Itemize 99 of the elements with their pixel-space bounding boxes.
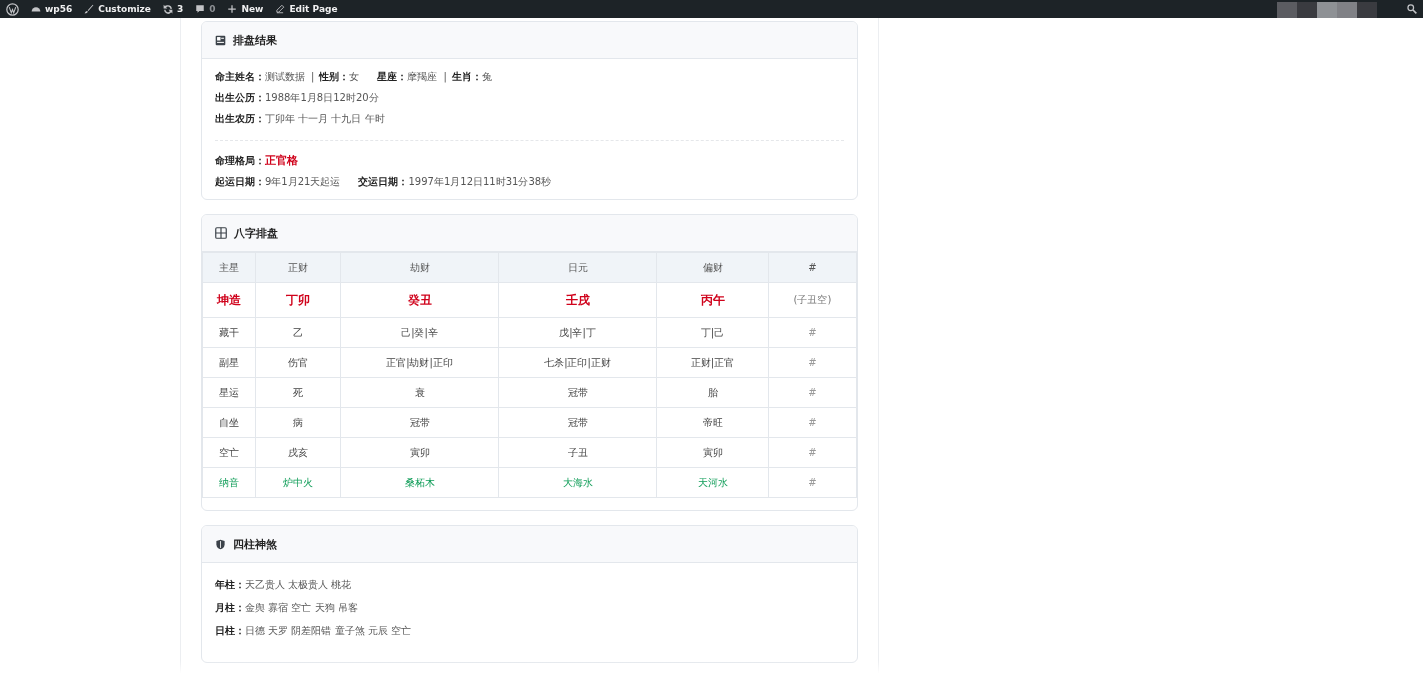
refresh-icon <box>162 4 173 14</box>
plus-icon <box>227 4 238 14</box>
redacted-block <box>1337 2 1357 18</box>
table-cell: 胎 <box>656 377 769 408</box>
column-header: 偏财 <box>656 252 769 283</box>
table-cell: 帝旺 <box>656 407 769 438</box>
table-cell: 炉中火 <box>255 467 341 498</box>
table-cell: 大海水 <box>498 467 657 498</box>
table-cell: 正官|劫财|正印 <box>340 347 499 378</box>
field-label: 命主姓名： <box>215 69 265 84</box>
table-cell: 衰 <box>340 377 499 408</box>
table-cell: # <box>768 407 857 438</box>
search-icon[interactable] <box>1407 4 1417 14</box>
separator: | <box>443 71 447 82</box>
field-label: 性别： <box>319 69 350 84</box>
field-label: 出生农历： <box>215 111 265 126</box>
table-cell: 寅卯 <box>656 437 769 468</box>
field-value: 1988年1月8日12时20分 <box>265 90 379 105</box>
column-header: 日元 <box>498 252 657 283</box>
table-cell: # <box>768 377 857 408</box>
table-cell: 癸丑 <box>340 282 499 318</box>
admin-bar-link[interactable]: 3 <box>156 0 190 18</box>
table-cell: 丁卯 <box>255 282 341 318</box>
admin-bar-link[interactable]: 0 <box>189 0 222 18</box>
table-cell: 子丑 <box>498 437 657 468</box>
table-cell: 死 <box>255 377 341 408</box>
table-cell: 自坐 <box>202 407 256 438</box>
column-header: 劫财 <box>340 252 499 283</box>
table-cell: 壬戌 <box>498 282 657 318</box>
card-title: 八字排盘 <box>234 225 278 241</box>
table-cell: # <box>768 317 857 348</box>
gauge-icon <box>31 4 41 14</box>
field-label: 交运日期： <box>358 174 409 189</box>
card-title: 四柱神煞 <box>233 536 277 552</box>
card-title: 排盘结果 <box>233 32 277 48</box>
table-cell: # <box>768 467 857 498</box>
brush-icon <box>84 4 95 14</box>
table-cell: 丙午 <box>656 282 769 318</box>
table-cell: 坤造 <box>202 282 256 318</box>
pillar-label: 月柱： <box>215 600 245 615</box>
pillar-value: 日德 天罗 阴差阳错 童子煞 元辰 空亡 <box>245 623 411 638</box>
field-value: 女 <box>349 69 360 84</box>
comment-icon <box>195 4 206 14</box>
table-cell: 桑柘木 <box>340 467 499 498</box>
column-header: 正财 <box>255 252 341 283</box>
table-cell: 病 <box>255 407 341 438</box>
field-label: 星座： <box>377 69 408 84</box>
table-cell: 冠带 <box>498 377 657 408</box>
table-cell: 冠带 <box>340 407 499 438</box>
field-value: 1997年1月12日11时31分38秒 <box>408 174 552 189</box>
table-cell: (子丑空) <box>768 282 857 318</box>
table-cell: 纳音 <box>202 467 256 498</box>
table-cell: 己|癸|辛 <box>340 317 499 348</box>
table-cell: 戌亥 <box>255 437 341 468</box>
field-label: 出生公历： <box>215 90 265 105</box>
pillar-label: 年柱： <box>215 577 245 592</box>
id-card-icon <box>215 34 226 46</box>
table-cell: 天河水 <box>656 467 769 498</box>
grid-icon <box>215 227 227 239</box>
table-cell: 星运 <box>202 377 256 408</box>
table-cell: 藏干 <box>202 317 256 348</box>
redacted-block <box>1317 2 1337 18</box>
pillar-value: 金舆 寡宿 空亡 天狗 吊客 <box>245 600 358 615</box>
field-value: 兔 <box>481 69 492 84</box>
redacted-block <box>1357 2 1377 18</box>
pillar-label: 日柱： <box>215 623 245 638</box>
shield-icon <box>215 538 226 550</box>
table-cell: 空亡 <box>202 437 256 468</box>
column-header: # <box>768 252 857 283</box>
pillar-value: 天乙贵人 太极贵人 桃花 <box>245 577 352 592</box>
table-cell: 伤官 <box>255 347 341 378</box>
separator: | <box>311 71 315 82</box>
field-value: 9年1月21天起运 <box>265 174 341 189</box>
column-header: 主星 <box>202 252 256 283</box>
table-cell: 寅卯 <box>340 437 499 468</box>
field-label: 命理格局： <box>215 153 265 168</box>
admin-bar-link[interactable]: Customize <box>78 0 157 18</box>
table-cell: 正财|正官 <box>656 347 769 378</box>
redacted-block <box>1297 2 1317 18</box>
admin-bar-link[interactable]: New <box>221 0 270 18</box>
table-cell: # <box>768 347 857 378</box>
table-cell: # <box>768 437 857 468</box>
redacted-block <box>1277 2 1297 18</box>
pattern-value: 正官格 <box>265 153 298 168</box>
field-value: 摩羯座 <box>407 69 438 84</box>
table-cell: 戊|辛|丁 <box>498 317 657 348</box>
table-cell: 七杀|正印|正财 <box>498 347 657 378</box>
field-value: 测试数据 <box>265 69 305 84</box>
wordpress-logo-icon <box>6 2 19 16</box>
table-cell: 冠带 <box>498 407 657 438</box>
admin-bar-link[interactable]: Edit Page <box>269 0 344 18</box>
admin-bar-link[interactable]: wp56 <box>25 0 79 18</box>
field-label: 起运日期： <box>215 174 265 189</box>
field-label: 生肖： <box>451 69 482 84</box>
pencil-icon <box>275 4 286 14</box>
table-cell: 乙 <box>255 317 341 348</box>
table-cell: 副星 <box>202 347 256 378</box>
table-cell: 丁|己 <box>656 317 769 348</box>
field-value: 丁卯年 十一月 十九日 午时 <box>265 111 385 126</box>
